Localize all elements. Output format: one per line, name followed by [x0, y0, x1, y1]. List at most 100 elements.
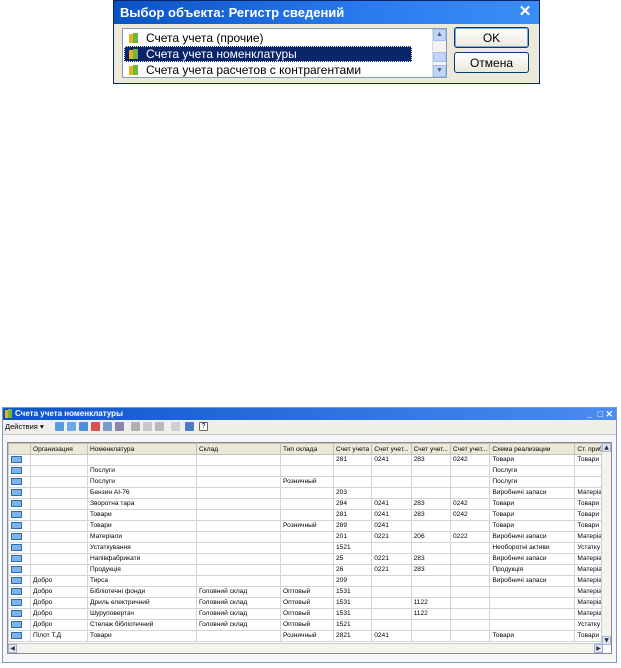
table-cell[interactable]: 0241	[371, 520, 412, 532]
delete-icon[interactable]	[91, 422, 100, 431]
row-icon-header[interactable]	[8, 443, 31, 455]
table-cell[interactable]: Товари	[489, 498, 576, 510]
table-row[interactable]: Товари 281 0241 283 0242 Товари Товари	[8, 509, 611, 521]
table-cell[interactable]	[196, 564, 281, 576]
list-item[interactable]: Счета учета расчетов с контрагентами	[124, 62, 412, 78]
table-cell[interactable]: Тирса	[87, 575, 197, 587]
table-cell[interactable]: Товари	[87, 520, 197, 532]
table-cell[interactable]: 0221	[371, 553, 412, 565]
table-cell[interactable]	[489, 586, 576, 598]
table-cell[interactable]	[410, 586, 452, 598]
table-cell[interactable]: Головний склад	[196, 586, 281, 598]
scroll-up-icon[interactable]: ▲	[602, 443, 611, 452]
table-cell[interactable]	[280, 564, 334, 576]
table-cell[interactable]	[196, 465, 281, 477]
table-cell[interactable]: Послуги	[489, 476, 576, 488]
table-cell[interactable]	[449, 542, 491, 554]
dialog-close-icon[interactable]: ✕	[517, 2, 533, 22]
scroll-down-icon[interactable]: ▼	[602, 636, 611, 645]
table-cell[interactable]	[410, 575, 452, 587]
table-cell[interactable]	[371, 586, 412, 598]
table-cell[interactable]	[449, 597, 491, 609]
table-cell[interactable]	[332, 465, 373, 477]
table-cell[interactable]	[280, 454, 334, 466]
table-cell[interactable]	[196, 476, 281, 488]
table-row[interactable]: Добро Дриль електричний Головний склад Опто…	[8, 597, 611, 609]
filter-off-icon[interactable]	[143, 422, 152, 431]
table-cell[interactable]	[371, 465, 412, 477]
register-list[interactable]: Счета учета (прочие) Счета учета номенкл…	[122, 28, 447, 78]
table-cell[interactable]: 283	[410, 509, 452, 521]
table-cell[interactable]	[371, 575, 412, 587]
table-cell[interactable]: 0242	[449, 454, 491, 466]
table-cell[interactable]: 0242	[449, 498, 491, 510]
table-cell[interactable]: 0221	[371, 564, 412, 576]
table-cell[interactable]	[410, 630, 452, 642]
table-cell[interactable]	[410, 476, 452, 488]
table-cell[interactable]: Товари	[489, 509, 576, 521]
list-scrollbar[interactable]: ▲ ▼	[432, 29, 446, 77]
table-cell[interactable]: Головний склад	[196, 608, 281, 620]
table-cell[interactable]: Товари	[489, 454, 576, 466]
table-cell[interactable]	[30, 476, 88, 488]
table-cell[interactable]: 283	[410, 553, 452, 565]
sort-icon[interactable]	[155, 422, 164, 431]
table-cell[interactable]	[449, 575, 491, 587]
table-row[interactable]: Бензин АІ-76 203 Виробничі запаси Матеріа	[8, 487, 611, 499]
table-cell[interactable]: Виробничі запаси	[489, 487, 576, 499]
scroll-left-icon[interactable]: ◀	[8, 644, 17, 653]
ok-button[interactable]: OK	[454, 27, 529, 48]
table-cell[interactable]	[30, 564, 88, 576]
table-cell[interactable]: 283	[410, 564, 452, 576]
table-cell[interactable]: Добро	[30, 575, 88, 587]
table-row[interactable]: Добро Стелаж бібліотечний Головний склад Оп…	[8, 619, 611, 631]
table-cell[interactable]	[371, 487, 412, 499]
table-cell[interactable]	[410, 542, 452, 554]
table-cell[interactable]: Виробничі запаси	[489, 531, 576, 543]
table-cell[interactable]: Необоротні активи	[489, 542, 576, 554]
table-cell[interactable]: 203	[332, 487, 373, 499]
table-cell[interactable]: Послуги	[489, 465, 576, 477]
horizontal-scrollbar[interactable]: ◀ ▶	[8, 643, 603, 653]
table-cell[interactable]: Пілот Т.Д	[30, 630, 88, 642]
table-cell[interactable]: 0242	[449, 509, 491, 521]
table-cell[interactable]	[87, 454, 197, 466]
table-cell[interactable]	[449, 586, 491, 598]
table-cell[interactable]: Головний склад	[196, 597, 281, 609]
table-row[interactable]: Добро Шуруповертач Головний склад Оптовый 15…	[8, 608, 611, 620]
table-row[interactable]: Добро Тирса 209 Виробничі запаси Матеріа	[8, 575, 611, 587]
table-cell[interactable]	[371, 619, 412, 631]
table-cell[interactable]	[30, 553, 88, 565]
table-cell[interactable]	[449, 465, 491, 477]
table-cell[interactable]	[196, 454, 281, 466]
table-cell[interactable]: Напівфабрикати	[87, 553, 197, 565]
table-cell[interactable]: 0222	[449, 531, 491, 543]
table-cell[interactable]: 283	[410, 498, 452, 510]
report-icon[interactable]	[115, 422, 124, 431]
table-cell[interactable]	[30, 487, 88, 499]
table-cell[interactable]	[196, 531, 281, 543]
register-table[interactable]: Организация Номенклатура Склад Тип склада Сч…	[8, 443, 611, 642]
table-cell[interactable]: 1122	[410, 608, 452, 620]
table-cell[interactable]: 0241	[371, 630, 412, 642]
minimize-icon[interactable]: _	[587, 408, 592, 420]
table-cell[interactable]	[196, 553, 281, 565]
table-cell[interactable]: Продукція	[87, 564, 197, 576]
cancel-button[interactable]: Отмена	[454, 52, 529, 73]
table-cell[interactable]	[410, 520, 452, 532]
table-row[interactable]: Товари Розничный 289 0241 Товари Товари	[8, 520, 611, 532]
table-cell[interactable]	[30, 454, 88, 466]
table-cell[interactable]: Виробничі запаси	[489, 575, 576, 587]
add-group-icon[interactable]	[79, 422, 88, 431]
table-cell[interactable]	[489, 619, 576, 631]
table-cell[interactable]	[489, 608, 576, 620]
scroll-up-icon[interactable]: ▲	[433, 29, 446, 41]
column-header[interactable]: Схема реализации	[489, 443, 576, 455]
edit-icon[interactable]	[103, 422, 112, 431]
maximize-icon[interactable]: □	[598, 408, 603, 420]
table-cell[interactable]: Матеріали	[87, 531, 197, 543]
vertical-scrollbar[interactable]: ▲ ▼	[601, 443, 611, 645]
table-cell[interactable]	[196, 487, 281, 499]
table-cell[interactable]: Розничный	[280, 476, 334, 488]
table-cell[interactable]: Товари	[489, 630, 576, 642]
